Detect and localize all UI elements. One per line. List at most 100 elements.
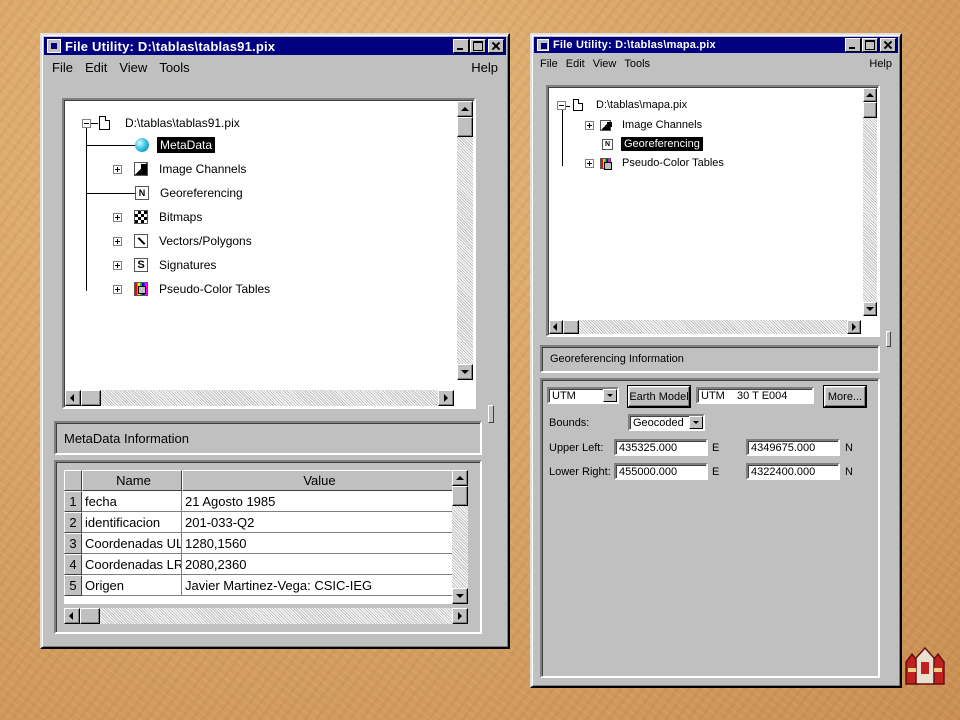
- close-button[interactable]: [488, 39, 504, 53]
- tree-item-image-channels[interactable]: Image Channels: [113, 159, 249, 179]
- table-horizontal-scrollbar[interactable]: [64, 608, 468, 624]
- right-window-titlebar[interactable]: File Utility: D:\tablas\mapa.pix: [534, 37, 898, 53]
- menu-edit[interactable]: Edit: [562, 58, 589, 70]
- close-button[interactable]: [880, 38, 896, 52]
- table-row[interactable]: 4 Coordenadas LR 2080,2360: [64, 554, 454, 575]
- scroll-thumb[interactable]: [457, 117, 473, 137]
- collapse-icon[interactable]: [557, 100, 566, 110]
- dropdown-arrow-icon[interactable]: [603, 389, 617, 402]
- vector-icon: [134, 234, 148, 248]
- scroll-right-button[interactable]: [438, 390, 454, 406]
- left-window-titlebar[interactable]: File Utility: D:\tablas\tablas91.pix: [44, 37, 506, 55]
- scroll-thumb[interactable]: [863, 102, 877, 118]
- menu-view[interactable]: View: [113, 60, 153, 75]
- globe-icon: [135, 138, 149, 152]
- scroll-left-button[interactable]: [65, 390, 81, 406]
- more-button[interactable]: More...: [823, 385, 867, 408]
- maximize-button[interactable]: [862, 38, 878, 52]
- scroll-thumb[interactable]: [80, 608, 100, 624]
- lower-right-e-field[interactable]: 455000.000: [614, 463, 708, 480]
- tree-item-pct[interactable]: Pseudo-Color Tables: [585, 155, 727, 171]
- menu-edit[interactable]: Edit: [79, 60, 113, 75]
- tree-horizontal-scrollbar[interactable]: [549, 320, 861, 334]
- tree-item-bitmaps[interactable]: Bitmaps: [113, 207, 205, 227]
- tree-item-vectors[interactable]: Vectors/Polygons: [113, 231, 255, 251]
- earth-model-button[interactable]: Earth Model: [627, 385, 691, 408]
- scroll-right-button[interactable]: [452, 608, 468, 624]
- expand-icon[interactable]: [113, 212, 122, 222]
- expand-icon[interactable]: [113, 164, 122, 174]
- menu-file[interactable]: File: [536, 58, 562, 70]
- scroll-down-button[interactable]: [452, 588, 468, 604]
- column-header-name[interactable]: Name: [82, 470, 182, 491]
- scroll-left-button[interactable]: [549, 320, 563, 334]
- tree-item-image-channels[interactable]: Image Channels: [585, 117, 705, 133]
- tree-item-metadata[interactable]: MetaData: [135, 135, 216, 155]
- projection-select[interactable]: UTM: [547, 387, 619, 404]
- app-icon[interactable]: [47, 39, 61, 53]
- menu-file[interactable]: File: [46, 60, 79, 75]
- scroll-up-button[interactable]: [457, 101, 473, 117]
- expand-icon[interactable]: [585, 120, 594, 130]
- tree-vertical-scrollbar[interactable]: [863, 88, 877, 316]
- tree-root[interactable]: D:\tablas\mapa.pix: [557, 97, 690, 113]
- university-emblem-icon: [905, 646, 945, 685]
- georef-icon: N: [135, 186, 149, 200]
- pct-icon: [600, 157, 612, 170]
- expand-icon[interactable]: [585, 158, 594, 168]
- earth-model-field[interactable]: UTM 30 T E004: [696, 387, 814, 404]
- table-vertical-scrollbar[interactable]: [452, 470, 468, 604]
- pct-icon: [134, 282, 148, 296]
- tree-item-label: Georeferencing: [160, 186, 243, 200]
- menu-tools[interactable]: Tools: [620, 58, 654, 70]
- tree-item-signatures[interactable]: S Signatures: [113, 255, 219, 275]
- menu-help[interactable]: Help: [865, 58, 896, 70]
- table-row[interactable]: 2 identificacion 201-033-Q2: [64, 512, 454, 533]
- expand-icon[interactable]: [113, 284, 122, 294]
- expand-icon[interactable]: [113, 236, 122, 246]
- menu-view[interactable]: View: [589, 58, 621, 70]
- tree-item-label: Georeferencing: [621, 137, 703, 151]
- tree-item-pct[interactable]: Pseudo-Color Tables: [113, 279, 273, 299]
- tree-item-label: Vectors/Polygons: [159, 234, 252, 248]
- expand-icon[interactable]: [113, 260, 122, 270]
- tree-vertical-scrollbar[interactable]: [457, 101, 473, 380]
- scroll-thumb[interactable]: [563, 320, 579, 334]
- minimize-button[interactable]: [845, 38, 861, 52]
- tree-horizontal-scrollbar[interactable]: [65, 390, 454, 406]
- scroll-down-button[interactable]: [457, 364, 473, 380]
- upper-left-n-field[interactable]: 4349675.000: [746, 439, 840, 456]
- splitter-grip[interactable]: [886, 331, 891, 347]
- maximize-button[interactable]: [470, 39, 486, 53]
- scroll-thumb[interactable]: [81, 390, 101, 406]
- menu-tools[interactable]: Tools: [153, 60, 195, 75]
- menu-help[interactable]: Help: [465, 60, 504, 75]
- minimize-button[interactable]: [453, 39, 469, 53]
- dropdown-arrow-icon[interactable]: [689, 416, 703, 429]
- scroll-up-button[interactable]: [863, 88, 877, 102]
- info-title: Georeferencing Information: [550, 353, 684, 365]
- tree-root[interactable]: D:\tablas\tablas91.pix: [82, 113, 243, 133]
- splitter-grip[interactable]: [488, 405, 494, 423]
- scroll-right-button[interactable]: [847, 320, 861, 334]
- upper-left-e-field[interactable]: 435325.000: [614, 439, 708, 456]
- table-row[interactable]: 3 Coordenadas UL 1280,1560: [64, 533, 454, 554]
- tree-item-georeferencing[interactable]: N Georeferencing: [135, 183, 246, 203]
- tree-root-label: D:\tablas\tablas91.pix: [125, 116, 240, 130]
- tree-item-georeferencing[interactable]: N Georeferencing: [602, 136, 703, 152]
- scroll-thumb[interactable]: [452, 486, 468, 506]
- scroll-down-button[interactable]: [863, 302, 877, 316]
- scroll-up-button[interactable]: [452, 470, 468, 486]
- scroll-left-button[interactable]: [64, 608, 80, 624]
- table-row[interactable]: 5 Origen Javier Martinez-Vega: CSIC-IEG: [64, 575, 454, 596]
- bitmap-icon: [134, 210, 148, 224]
- table-row[interactable]: 1 fecha 21 Agosto 1985: [64, 491, 454, 512]
- column-header-value[interactable]: Value: [182, 470, 454, 491]
- lower-right-n-field[interactable]: 4322400.000: [746, 463, 840, 480]
- tree-item-label: Pseudo-Color Tables: [159, 282, 271, 296]
- collapse-icon[interactable]: [82, 118, 91, 128]
- bounds-select[interactable]: Geocoded: [628, 414, 705, 431]
- app-icon[interactable]: [537, 39, 549, 51]
- bounds-label: Bounds:: [549, 417, 590, 429]
- tree-item-label: Image Channels: [159, 162, 247, 176]
